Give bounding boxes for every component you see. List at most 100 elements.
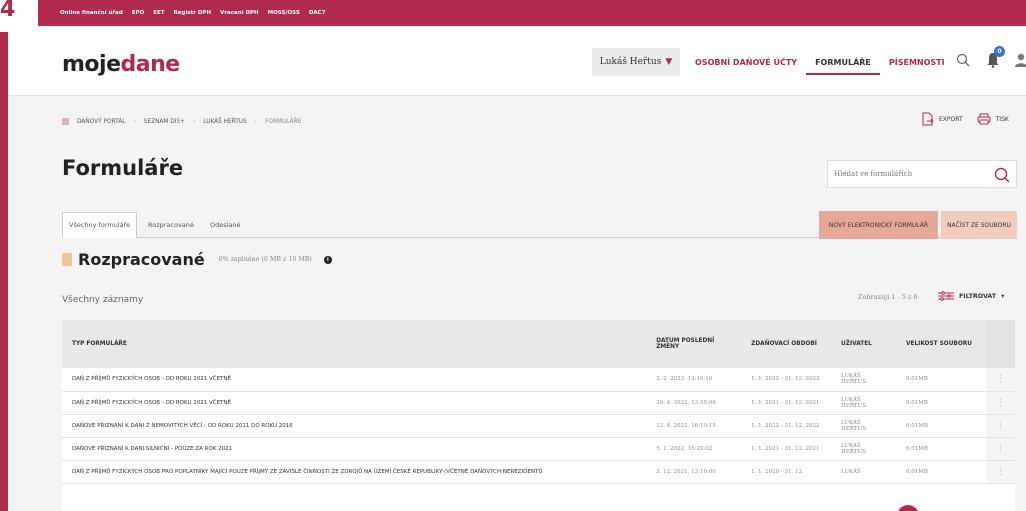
tab-odeslane[interactable]: Odeslané xyxy=(204,212,247,238)
cell-size: 0.01MB xyxy=(896,391,986,415)
user-selector[interactable]: Lukáš Heřtus ▼ xyxy=(592,48,680,76)
user-name: Lukáš Heřtus xyxy=(599,57,662,67)
breadcrumb-item[interactable]: LUKÁŠ HEŘTUS xyxy=(203,119,246,125)
chevron-right-icon: › xyxy=(133,118,136,125)
table-row[interactable]: DAŇ Z PŘÍJMŮ FYZICKÝCH OSOB - OD ROKU 20… xyxy=(62,368,1015,392)
col-datum-zmeny[interactable]: DATUM POSLEDNÍ ZMĚNY xyxy=(646,320,742,368)
cell-period: 1. 1. 2021 - 31. 12. 2021 xyxy=(741,391,832,415)
table-row[interactable]: DAŇOVÉ PŘIZNÁNÍ K DANI SILNIČNÍ - POUZE … xyxy=(62,437,1015,461)
info-icon[interactable]: i xyxy=(323,255,332,264)
toplink-online-fu[interactable]: Online finanční úřad xyxy=(60,10,123,16)
kebab-menu-icon[interactable]: ⋮ xyxy=(985,414,1015,438)
chevron-right-icon: › xyxy=(192,118,196,125)
search-input[interactable] xyxy=(828,161,988,187)
load-from-file-button[interactable]: NAČÍST ZE SOUBORU xyxy=(941,211,1017,239)
table-row[interactable]: DAŇ Z PŘÍJMŮ FYZICKÝCH OSOB - OD ROKU 20… xyxy=(62,391,1015,415)
cell-form-type[interactable]: DAŇOVÉ PŘIZNÁNÍ K DANI Z NEMOVITÝCH VĚCÍ… xyxy=(62,414,647,438)
cell-period: 1. 1. 2021 - 31. 12. 2021 xyxy=(741,437,832,461)
col-zdanovaci-obdobi[interactable]: ZDAŇOVACÍ OBDOBÍ xyxy=(741,320,832,368)
toplink-dac7[interactable]: DAC7 xyxy=(309,10,326,16)
cell-date: 2. 2. 2023, 13:10:16 xyxy=(646,368,742,392)
form-search xyxy=(827,160,1017,188)
storage-usage: 0% zaplněno (0 MB z 10 MB) xyxy=(218,256,312,263)
kebab-menu-icon[interactable]: ⋮ xyxy=(985,437,1015,461)
cell-user: LUKÁŠ HEŘTUS xyxy=(831,368,897,392)
cell-size: 0.01MB xyxy=(896,368,986,392)
breadcrumb-current: FORMULÁŘE xyxy=(265,118,302,125)
home-icon[interactable] xyxy=(62,118,69,125)
cell-period: 1. 1. 2022 - 31. 12. 2022 xyxy=(741,368,832,392)
top-links-bar: Online finanční úřad EPO EET Registr DPH… xyxy=(8,0,1026,26)
export-button[interactable]: EXPORT xyxy=(922,112,963,126)
cell-size: 0.01MB xyxy=(896,460,986,484)
search-icon[interactable] xyxy=(953,48,973,72)
nav-pisemnosti[interactable]: PÍSEMNOSTI xyxy=(880,56,954,75)
search-button[interactable] xyxy=(992,165,1012,185)
cell-size: 0.01MB xyxy=(896,437,986,461)
corner-step-number: 4 xyxy=(0,0,38,32)
breadcrumb-item[interactable]: DAŇOVÝ PORTÁL xyxy=(77,119,125,125)
cell-date: 5. 1. 2022, 16:25:02 xyxy=(646,437,742,461)
pagination-info: Zobrazuji 1 - 5 z 6 xyxy=(858,293,918,301)
section-title: Rozpracované xyxy=(78,250,205,269)
breadcrumb-item[interactable]: SEZNAM DIS+ xyxy=(144,119,185,125)
cell-form-type[interactable]: DAŇ Z PŘÍJMŮ FYZICKÝCH OSOB - OD ROKU 20… xyxy=(62,368,647,392)
main-nav: OSOBNÍ DAŇOVÉ ÚČTY FORMULÁŘE PÍSEMNOSTI xyxy=(686,56,954,75)
col-uzivatel[interactable]: UŽIVATEL xyxy=(831,320,897,368)
export-icon xyxy=(922,112,934,126)
toplink-moss-oss[interactable]: MOSS/OSS xyxy=(268,10,300,16)
toplink-eet[interactable]: EET xyxy=(153,10,164,16)
filter-button[interactable]: FILTROVAT ▾ xyxy=(938,291,1004,301)
new-electronic-form-button[interactable]: NOVÝ ELEKTRONICKÝ FORMULÁŘ xyxy=(819,211,938,239)
tab-vsechny-formulare[interactable]: Všechny formuláře xyxy=(62,212,138,238)
breadcrumb: DAŇOVÝ PORTÁL › SEZNAM DIS+ › LUKÁŠ HEŘT… xyxy=(62,118,301,125)
search-icon xyxy=(994,167,1010,183)
kebab-menu-icon[interactable]: ⋮ xyxy=(985,460,1015,484)
cell-form-type[interactable]: DAŇ Z PŘÍJMŮ FYZICKÝCH OSOB - OD ROKU 20… xyxy=(62,391,647,415)
caret-down-icon: ▾ xyxy=(1001,292,1005,300)
caret-down-icon: ▼ xyxy=(665,57,673,67)
cell-form-type[interactable]: DAŇOVÉ PŘIZNÁNÍ K DANI SILNIČNÍ - POUZE … xyxy=(62,437,647,461)
left-frame-bar xyxy=(0,0,8,511)
page-title: Formuláře xyxy=(62,156,184,180)
logo[interactable]: mojedane xyxy=(62,52,180,77)
forms-table: TYP FORMULÁŘE DATUM POSLEDNÍ ZMĚNY ZDAŇO… xyxy=(62,320,1015,511)
cell-user: LUKÁŠ HEŘTUS xyxy=(831,391,897,415)
tab-rozpracovane[interactable]: Rozpracované xyxy=(142,212,200,238)
notification-badge: 0 xyxy=(994,46,1005,57)
table-row[interactable]: DAŇOVÉ PŘIZNÁNÍ K DANI Z NEMOVITÝCH VĚCÍ… xyxy=(62,414,1015,438)
chevron-right-icon: › xyxy=(254,118,258,125)
top-links: Online finanční úřad EPO EET Registr DPH… xyxy=(60,10,326,16)
nav-formulare[interactable]: FORMULÁŘE xyxy=(806,56,880,75)
section-header: Rozpracované 0% zaplněno (0 MB z 10 MB) … xyxy=(62,250,332,269)
page-tools: EXPORT TISK xyxy=(922,112,1009,126)
table-row[interactable]: DAŇ Z PŘÍJMŮ FYZICKÝCH OSOB PRO POPLATNÍ… xyxy=(62,460,1015,484)
header-icons: 0 xyxy=(953,46,1026,72)
col-velikost[interactable]: VELIKOST SOUBORU xyxy=(896,320,986,368)
toplink-registr-dph[interactable]: Registr DPH xyxy=(174,10,212,16)
toplink-vraceni-dph[interactable]: Vracení DPH xyxy=(220,10,259,16)
col-typ-formulare[interactable]: TYP FORMULÁŘE xyxy=(62,320,647,368)
cell-period: 1. 1. 2022 - 31. 12. 2022 xyxy=(741,414,832,438)
filter-sliders-icon xyxy=(938,291,954,301)
col-actions xyxy=(985,320,1015,368)
export-label: EXPORT xyxy=(939,115,963,123)
cell-user: LUKÁŠ HEŘTUS xyxy=(831,437,897,461)
user-avatar-icon[interactable] xyxy=(1013,48,1026,72)
cell-date: 29. 4. 2022, 13:55:06 xyxy=(646,391,742,415)
cell-period: 1. 1. 2020 - 31. 12. xyxy=(741,460,832,484)
cell-user: LUKÁŠ HEŘTUS xyxy=(831,414,897,438)
cell-size: 0.01MB xyxy=(896,414,986,438)
cell-form-type[interactable]: DAŇ Z PŘÍJMŮ FYZICKÝCH OSOB PRO POPLATNÍ… xyxy=(62,460,647,484)
filter-label: FILTROVAT xyxy=(959,292,997,300)
bell-icon[interactable]: 0 xyxy=(983,46,1005,72)
nav-osobni-danove-ucty[interactable]: OSOBNÍ DAŇOVÉ ÚČTY xyxy=(686,56,806,75)
printer-icon xyxy=(977,113,991,125)
toplink-epo[interactable]: EPO xyxy=(132,10,144,16)
kebab-menu-icon[interactable]: ⋮ xyxy=(985,368,1015,392)
print-button[interactable]: TISK xyxy=(977,113,1009,125)
logo-text-2: dane xyxy=(120,52,181,77)
kebab-menu-icon[interactable]: ⋮ xyxy=(985,391,1015,415)
cell-user: LUKÁŠ xyxy=(831,460,897,484)
records-label: Všechny záznamy xyxy=(62,295,144,305)
